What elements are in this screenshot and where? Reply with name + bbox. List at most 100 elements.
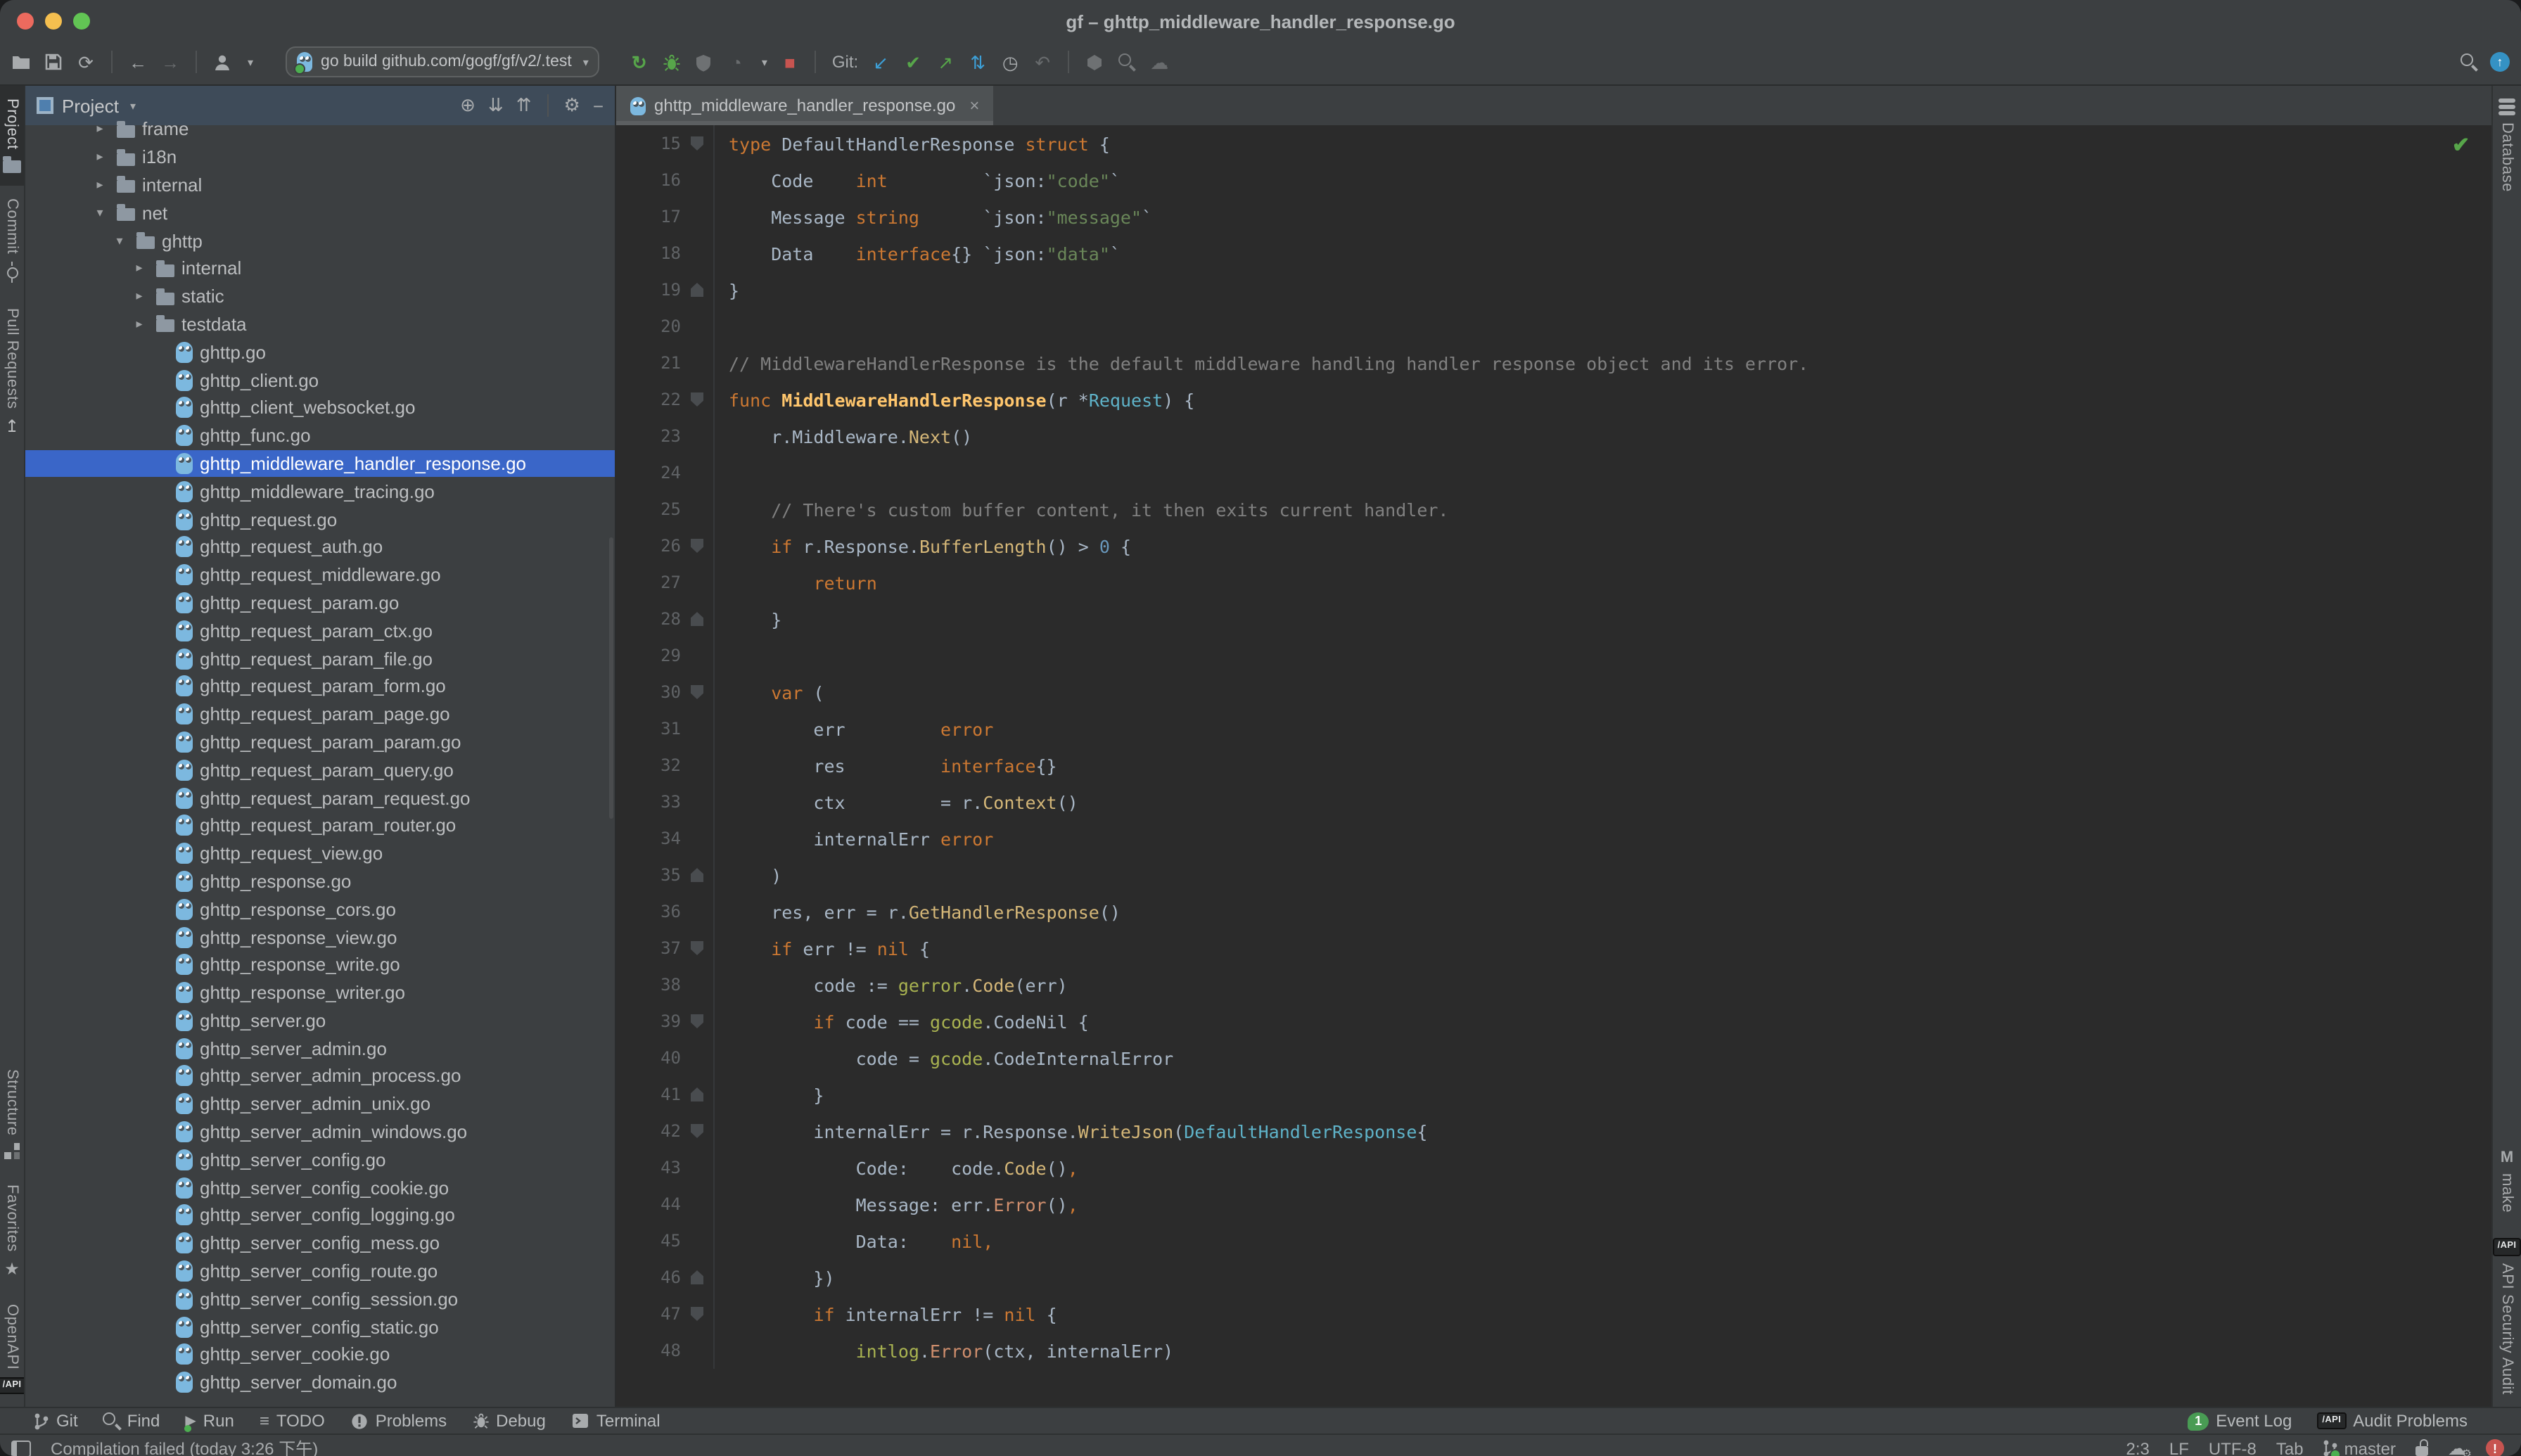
tree-file-row[interactable]: ghttp_middleware_handler_response.go [25, 449, 615, 478]
tool-stripe-favorites[interactable]: Favorites★ [0, 1172, 24, 1291]
gutter-fold-area[interactable] [681, 1003, 715, 1040]
gutter-fold-area[interactable] [681, 1040, 715, 1076]
profile-icon[interactable] [212, 53, 232, 71]
gutter-fold-area[interactable] [681, 893, 715, 930]
cloud-icon[interactable]: ☁ [1149, 53, 1169, 71]
open-folder-icon[interactable] [11, 53, 31, 70]
gutter-fold-area[interactable] [681, 381, 715, 418]
tool-stripe-api-security-audit[interactable]: /APIAPI Security Audit [2493, 1225, 2521, 1407]
tree-file-row[interactable]: ghttp_server_config.go [25, 1146, 615, 1174]
profiler-icon[interactable]: ◔ [727, 53, 746, 71]
file-encoding[interactable]: UTF-8 [2209, 1438, 2257, 1456]
fold-open-icon[interactable] [691, 941, 703, 955]
tree-file-row[interactable]: ghttp_server_config_logging.go [25, 1201, 615, 1230]
gutter-fold-area[interactable] [681, 1186, 715, 1222]
fold-open-icon[interactable] [691, 539, 703, 553]
toolwindow-terminal-button[interactable]: Terminal [571, 1411, 660, 1431]
toolwindow-find-button[interactable]: Find [103, 1411, 160, 1431]
tree-file-row[interactable]: ghttp_request_param_ctx.go [25, 617, 615, 645]
indent-style[interactable]: Tab [2276, 1438, 2304, 1456]
fold-open-icon[interactable] [691, 1014, 703, 1028]
stop-icon[interactable]: ■ [780, 53, 800, 71]
fold-open-icon[interactable] [691, 685, 703, 699]
project-panel-title[interactable]: Project [62, 95, 119, 116]
tree-file-row[interactable]: ghttp_server_config_static.go [25, 1313, 615, 1341]
fold-close-icon[interactable] [691, 612, 703, 626]
tree-file-row[interactable]: ghttp_request_param_query.go [25, 756, 615, 784]
tool-stripe-make[interactable]: Mmake [2493, 1137, 2521, 1225]
toolwindow-todo-button[interactable]: ≡ TODO [260, 1411, 325, 1431]
hide-panel-icon[interactable]: − [593, 95, 604, 116]
tree-file-row[interactable]: ghttp_request_auth.go [25, 533, 615, 561]
toolwindow-problems-button[interactable]: Problems [350, 1411, 447, 1431]
zoom-window-button[interactable] [73, 13, 90, 30]
tree-file-row[interactable]: ghttp_request_view.go [25, 839, 615, 867]
save-icon[interactable] [44, 53, 63, 70]
project-view-dropdown-icon[interactable]: ▾ [130, 99, 136, 112]
gutter-fold-area[interactable] [681, 674, 715, 710]
project-scrollbar[interactable] [609, 537, 613, 819]
lock-icon[interactable] [2415, 1446, 2428, 1456]
tree-folder-row[interactable]: ▸internal [25, 171, 615, 199]
status-message[interactable]: Compilation failed (today 3:26 下午) [51, 1436, 318, 1456]
close-tab-icon[interactable]: × [969, 96, 979, 115]
search-history-icon[interactable] [1117, 53, 1137, 71]
tree-folder-row[interactable]: ▸internal [25, 255, 615, 283]
tree-file-row[interactable]: ghttp_server_admin_windows.go [25, 1118, 615, 1146]
rollback-icon[interactable]: ↶ [1033, 53, 1052, 71]
gutter-fold-area[interactable] [681, 454, 715, 491]
minimize-window-button[interactable] [45, 13, 62, 30]
fold-close-icon[interactable] [691, 1087, 703, 1101]
gutter-fold-area[interactable] [681, 1076, 715, 1113]
tree-file-row[interactable]: ghttp_request_param_param.go [25, 728, 615, 756]
tree-file-row[interactable]: ghttp_request_middleware.go [25, 561, 615, 589]
update-available-icon[interactable]: ↑ [2490, 52, 2510, 72]
fold-close-icon[interactable] [691, 283, 703, 297]
gutter-fold-area[interactable] [681, 1222, 715, 1259]
search-everywhere-icon[interactable] [2461, 53, 2477, 71]
tree-file-row[interactable]: ghttp_server.go [25, 1007, 615, 1035]
close-window-button[interactable] [17, 13, 34, 30]
sync-icon[interactable]: ⟳ [76, 53, 96, 71]
toolwindow-debug-button[interactable]: Debug [472, 1411, 546, 1431]
vcs-diff-icon[interactable]: ⇅ [968, 53, 988, 71]
gutter-fold-area[interactable] [681, 820, 715, 857]
tree-file-row[interactable]: ghttp_client.go [25, 366, 615, 394]
collapse-all-icon[interactable]: ⇈ [516, 94, 532, 117]
gutter-fold-area[interactable] [681, 637, 715, 674]
tool-stripe-project[interactable]: Project [0, 86, 24, 186]
toolwindow-run-button[interactable]: ▶ Run [185, 1411, 234, 1431]
tree-file-row[interactable]: ghttp_server_domain.go [25, 1369, 615, 1397]
tree-file-row[interactable]: ghttp_server_config_route.go [25, 1257, 615, 1285]
gutter-fold-area[interactable] [681, 930, 715, 966]
tree-file-row[interactable]: ghttp_func.go [25, 422, 615, 450]
forward-icon[interactable]: → [160, 53, 180, 71]
fold-close-icon[interactable] [691, 1270, 703, 1284]
gutter-fold-area[interactable] [681, 235, 715, 272]
tree-file-row[interactable]: ghttp_server_config_cookie.go [25, 1174, 615, 1202]
git-branch-widget[interactable]: master [2323, 1438, 2396, 1456]
tree-file-row[interactable]: ghttp_server_admin.go [25, 1035, 615, 1063]
tree-file-row[interactable]: ghttp_server_cookie.go [25, 1341, 615, 1369]
gutter-fold-area[interactable] [681, 1332, 715, 1369]
gutter-fold-area[interactable] [681, 966, 715, 1003]
cloud-settings-icon[interactable]: ☁⚙ [2448, 1439, 2466, 1456]
tree-file-row[interactable]: ghttp_request_param_file.go [25, 644, 615, 672]
tree-file-row[interactable]: ghttp_response.go [25, 867, 615, 895]
gutter-fold-area[interactable] [681, 345, 715, 381]
caret-position[interactable]: 2:3 [2126, 1438, 2150, 1456]
tree-folder-row[interactable]: ▸i18n [25, 143, 615, 172]
tool-stripe-pull-requests[interactable]: Pull Requests↥ [0, 295, 24, 449]
gutter-fold-area[interactable] [681, 125, 715, 162]
tree-file-row[interactable]: ghttp_request_param.go [25, 589, 615, 617]
tree-file-row[interactable]: ghttp_server_admin_process.go [25, 1062, 615, 1090]
tree-file-row[interactable]: ghttp.go [25, 338, 615, 366]
profile-dropdown-icon[interactable]: ▾ [248, 56, 253, 68]
gutter-fold-area[interactable] [681, 710, 715, 747]
tree-file-row[interactable]: ghttp_client_websocket.go [25, 394, 615, 422]
gutter-fold-area[interactable] [681, 162, 715, 198]
tool-stripe-database[interactable]: Database [2493, 86, 2521, 205]
tree-file-row[interactable]: ghttp_server_config_session.go [25, 1285, 615, 1313]
fold-open-icon[interactable] [691, 1124, 703, 1138]
history-icon[interactable]: ◷ [1000, 53, 1020, 71]
